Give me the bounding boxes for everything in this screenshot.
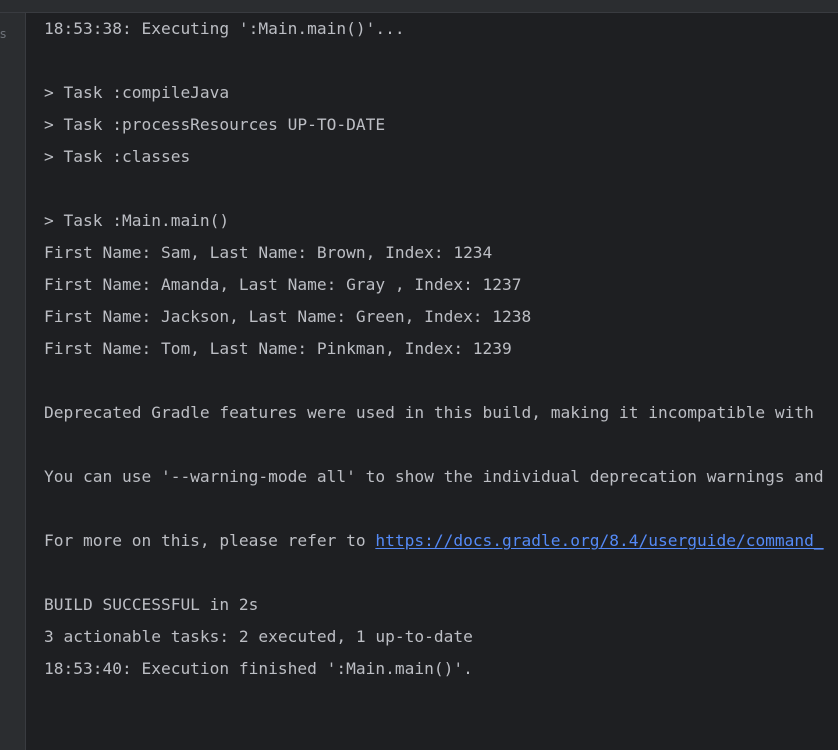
console-line-blank xyxy=(44,45,824,77)
console-line-task-classes: > Task :classes xyxy=(44,147,191,166)
console-line-blank xyxy=(44,557,824,589)
console-line-output: First Name: Amanda, Last Name: Gray , In… xyxy=(44,275,522,294)
console-line-exec-start: 18:53:38: Executing ':Main.main()'... xyxy=(44,19,405,38)
console-line-task-compile: > Task :compileJava xyxy=(44,83,230,102)
console-line-refer: For more on this, please refer to https:… xyxy=(44,525,824,557)
console-line-output: First Name: Jackson, Last Name: Green, I… xyxy=(44,307,532,326)
refer-prefix: For more on this, please refer to xyxy=(44,531,376,550)
console-line-blank xyxy=(44,493,824,525)
console-line-actionable-tasks: 3 actionable tasks: 2 executed, 1 up-to-… xyxy=(44,627,473,646)
console-line-blank xyxy=(44,365,824,397)
gradle-docs-link[interactable]: https://docs.gradle.org/8.4/userguide/co… xyxy=(375,531,823,550)
console-line-build-successful: BUILD SUCCESSFUL in 2s xyxy=(44,595,259,614)
console-line-deprecated: Deprecated Gradle features were used in … xyxy=(44,403,814,422)
gutter-label: s xyxy=(0,27,7,41)
console-line-exec-finished: 18:53:40: Execution finished ':Main.main… xyxy=(44,659,473,678)
console-gutter: s xyxy=(0,13,26,750)
console-line-warning-mode: You can use '--warning-mode all' to show… xyxy=(44,467,824,486)
console-line-blank xyxy=(44,173,824,205)
console-line-output: First Name: Tom, Last Name: Pinkman, Ind… xyxy=(44,339,512,358)
console-line-blank xyxy=(44,429,824,461)
console-line-output: First Name: Sam, Last Name: Brown, Index… xyxy=(44,243,493,262)
console-line-task-main: > Task :Main.main() xyxy=(44,211,230,230)
run-console-output[interactable]: 18:53:38: Executing ':Main.main()'... > … xyxy=(26,13,838,750)
tool-window-header xyxy=(0,0,838,13)
console-line-task-resources: > Task :processResources UP-TO-DATE xyxy=(44,115,386,134)
console-lines: 18:53:38: Executing ':Main.main()'... > … xyxy=(44,13,824,685)
